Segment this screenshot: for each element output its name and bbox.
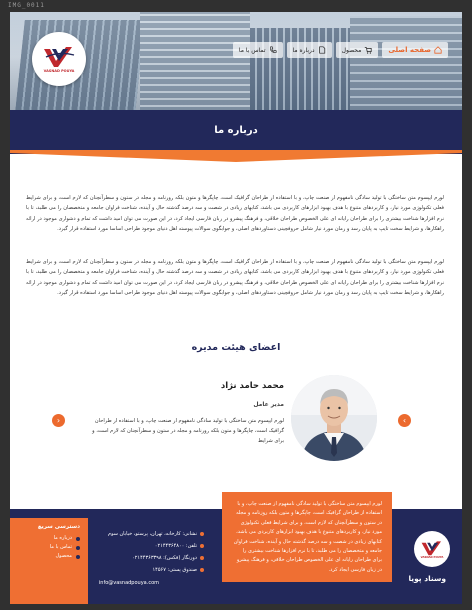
member-name: محمد حامد نژاد — [220, 381, 284, 391]
mailbox-icon — [200, 568, 204, 572]
document-icon — [318, 46, 325, 54]
nav-products[interactable]: محصول — [335, 42, 379, 58]
title-band-accent — [10, 150, 462, 162]
quick-link-contact[interactable]: تماس با ما — [18, 543, 80, 552]
main-nav: صفحه اصلی محصول درباره ما تماس با ما — [232, 42, 448, 58]
footer-description: لورم ایپسوم متن ساختگی با تولید سادگی نا… — [222, 492, 392, 582]
carousel-prev-button[interactable]: ‹ — [52, 414, 65, 427]
nav-home-label: صفحه اصلی — [388, 46, 431, 54]
footer-brand-name: وسناد پویا — [408, 574, 446, 583]
window-caption: IMG_0011 — [8, 2, 45, 9]
board-section-title: اعضای هیئت مدیره — [191, 342, 281, 353]
logo-text: VASNAD POUYA — [43, 69, 75, 73]
footer-quick-links: دسترسی سریع درباره ما تماس با ما محصول — [18, 524, 80, 561]
nav-contact-label: تماس با ما — [238, 46, 266, 54]
fax-icon — [200, 556, 204, 560]
contact-address: نشانی: کارخانه، تهران، پرستو، خیابان سوم — [94, 528, 204, 540]
quick-links-title: دسترسی سریع — [37, 524, 80, 530]
page-title: درباره ما — [214, 125, 258, 136]
footer-logo[interactable]: VASNAD POUYA — [414, 531, 450, 567]
contact-postal: صندوق پستی: ۱۴۵۶۷ — [94, 564, 204, 576]
nav-about[interactable]: درباره ما — [286, 42, 332, 58]
about-page: VASNAD POUYA صفحه اصلی محصول درباره ما ت… — [10, 12, 462, 604]
about-paragraph: لورم ایپسوم متن ساختگی با تولید سادگی نا… — [26, 195, 444, 233]
footer-contact: نشانی: کارخانه، تهران، پرستو، خیابان سوم… — [94, 528, 204, 576]
logo-text: VASNAD POUYA — [420, 555, 444, 559]
location-icon — [200, 532, 204, 536]
home-icon — [434, 46, 442, 54]
hero-banner: VASNAD POUYA صفحه اصلی محصول درباره ما ت… — [10, 12, 462, 112]
quick-link-products[interactable]: محصول — [18, 552, 80, 561]
contact-email-link[interactable]: info@vasnadpouya.com — [99, 580, 159, 586]
contact-phone: تلفن: ۰۲۱۴۴۳۶۴۸۰۰ — [94, 540, 204, 552]
carousel-next-button[interactable]: › — [398, 414, 411, 427]
nav-about-label: درباره ما — [292, 46, 315, 54]
nav-products-label: محصول — [341, 46, 362, 54]
cart-icon — [365, 47, 372, 54]
member-role: مدیر عامل — [253, 401, 284, 408]
member-avatar — [291, 375, 377, 461]
contact-fax: دورنگار (فکس): ۰۲۱۴۴۳۶۳۳۹۸ — [94, 552, 204, 564]
nav-home[interactable]: صفحه اصلی — [382, 42, 448, 58]
about-paragraph: لورم ایپسوم متن ساختگی با تولید سادگی نا… — [26, 259, 444, 297]
member-bio: لورم ایپسوم متن ساختگی با تولید سادگی نا… — [92, 418, 284, 444]
phone-icon — [269, 46, 277, 53]
phone-icon — [200, 544, 204, 548]
member-photo — [291, 375, 377, 461]
company-logo[interactable]: VASNAD POUYA — [32, 32, 86, 86]
quick-link-about[interactable]: درباره ما — [18, 534, 80, 543]
logo-mark-icon — [44, 47, 75, 67]
nav-contact[interactable]: تماس با ما — [232, 42, 283, 58]
